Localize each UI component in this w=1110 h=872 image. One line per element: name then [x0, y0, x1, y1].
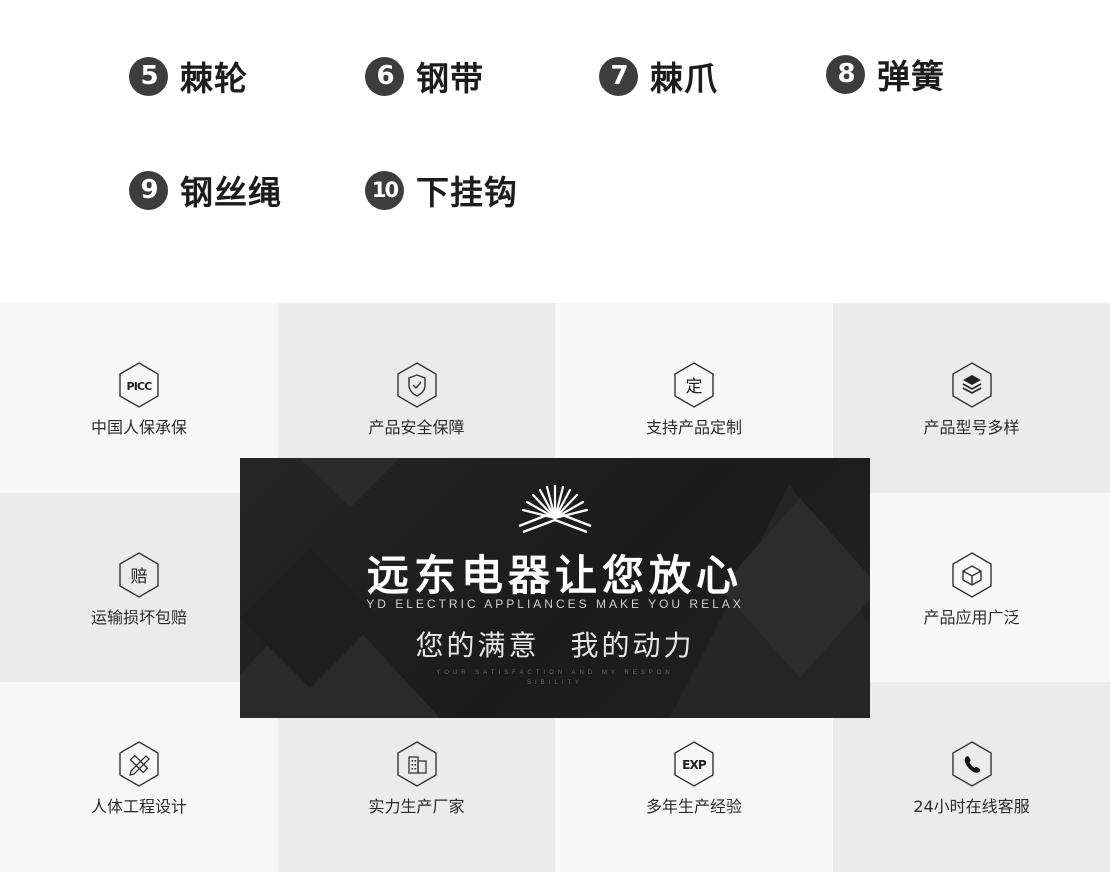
compensation-icon: 赔: [117, 551, 161, 599]
feature-cell: PICC 中国人保承保: [0, 303, 278, 493]
number-badge: 5: [129, 56, 168, 96]
part-name: 棘爪: [650, 59, 718, 98]
picc-icon-text: PICC: [126, 380, 152, 393]
part-item: 6 钢带: [365, 52, 484, 100]
part-item: 10 下挂钩: [365, 166, 518, 214]
brand-banner: 远东电器让您放心 YD ELECTRIC APPLIANCES MAKE YOU…: [240, 458, 870, 718]
part-item: 7 棘爪: [599, 52, 718, 100]
feature-label: 产品安全保障: [368, 418, 465, 437]
feature-cell: 产品应用广泛: [833, 493, 1110, 682]
feature-label: 实力生产厂家: [368, 797, 465, 816]
part-name: 棘轮: [180, 59, 248, 98]
part-name: 钢带: [416, 59, 484, 98]
feature-label: 支持产品定制: [645, 418, 742, 437]
feature-label: 中国人保承保: [90, 418, 187, 437]
part-item: 9 钢丝绳: [129, 166, 282, 214]
brand-logo-icon: [518, 484, 592, 534]
number-badge: 8: [826, 54, 865, 94]
part-name: 钢丝绳: [180, 173, 282, 212]
part-name: 下挂钩: [416, 173, 518, 212]
banner-tagline: YOUR SATISFACTION AND MY RESPON SIBILITY: [436, 670, 674, 686]
banner-title: 远东电器让您放心: [366, 551, 743, 600]
phone-icon: [950, 740, 994, 788]
banner-subtitle: YD ELECTRIC APPLIANCES MAKE YOU RELAX: [366, 597, 744, 611]
part-item: 8 弹簧: [826, 50, 945, 98]
feature-label: 产品应用广泛: [923, 608, 1020, 627]
custom-icon: 定: [672, 361, 716, 409]
parts-list: 5 棘轮 6 钢带 7 棘爪 8 弹簧 9 钢丝绳 10 下挂钩: [0, 0, 1110, 303]
feature-cell: 人体工程设计: [0, 682, 278, 872]
cube-icon: [950, 551, 994, 599]
number-badge: 6: [365, 56, 404, 96]
compensation-icon-text: 赔: [131, 567, 148, 587]
feature-label: 人体工程设计: [90, 797, 187, 816]
feature-cell: 24小时在线客服: [833, 682, 1110, 872]
number-badge: 10: [365, 170, 404, 210]
number-badge: 9: [129, 170, 168, 210]
feature-label: 运输损坏包赔: [90, 608, 187, 627]
feature-cell: 产品型号多样: [833, 303, 1110, 493]
experience-icon: EXP: [672, 740, 716, 788]
experience-icon-text: EXP: [682, 758, 707, 772]
layers-icon: [950, 361, 994, 409]
part-item: 5 棘轮: [129, 52, 248, 100]
pencil-ruler-icon: [117, 740, 161, 788]
banner-slogan: 您的满意 我的动力: [415, 629, 695, 662]
part-name: 弹簧: [877, 57, 945, 96]
feature-label: 多年生产经验: [645, 797, 742, 816]
custom-icon-text: 定: [686, 377, 703, 397]
number-badge: 7: [599, 56, 638, 96]
shield-check-icon: [395, 361, 439, 409]
building-icon: [395, 740, 439, 788]
feature-cell: 赔 运输损坏包赔: [0, 493, 278, 682]
feature-label: 24小时在线客服: [913, 797, 1030, 816]
picc-icon: PICC: [117, 361, 161, 409]
feature-label: 产品型号多样: [923, 418, 1020, 437]
